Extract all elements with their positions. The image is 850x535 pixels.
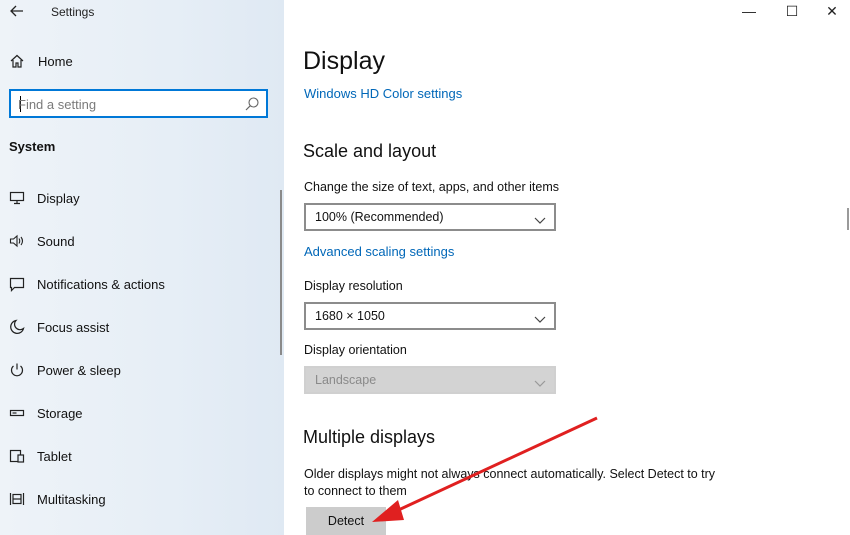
sidebar-item-label: Multitasking — [37, 492, 106, 507]
search-input[interactable] — [18, 95, 238, 113]
main-content: — ☐ ✕ Display Windows HD Color settings … — [284, 0, 850, 535]
resolution-dropdown[interactable]: 1680 × 1050 — [304, 302, 556, 330]
sidebar-item-tablet[interactable]: Tablet — [0, 438, 280, 474]
title-bar-left: Settings — [0, 0, 284, 24]
chevron-down-icon — [534, 212, 546, 224]
scale-value: 100% (Recommended) — [315, 210, 444, 224]
advanced-scaling-link[interactable]: Advanced scaling settings — [304, 244, 454, 259]
sidebar-item-notifications[interactable]: Notifications & actions — [0, 266, 280, 302]
minimize-icon[interactable]: — — [729, 0, 769, 24]
home-label: Home — [38, 54, 73, 69]
section-title: System — [9, 139, 56, 154]
sidebar-item-label: Notifications & actions — [37, 277, 165, 292]
moon-icon — [9, 319, 25, 335]
sidebar-item-label: Tablet — [37, 449, 72, 464]
hd-color-settings-link[interactable]: Windows HD Color settings — [304, 86, 462, 101]
sidebar-item-sound[interactable]: Sound — [0, 223, 280, 259]
search-box[interactable] — [9, 89, 268, 118]
monitor-icon — [9, 190, 25, 206]
detect-button[interactable]: Detect — [306, 507, 386, 535]
sidebar-item-label: Power & sleep — [37, 363, 121, 378]
chevron-down-icon — [534, 311, 546, 323]
sidebar-item-label: Storage — [37, 406, 83, 421]
orientation-label: Display orientation — [304, 343, 407, 357]
sidebar-item-label: Focus assist — [37, 320, 110, 335]
multiple-displays-description: Older displays might not always connect … — [304, 467, 716, 498]
notification-icon — [9, 276, 25, 292]
back-arrow-icon[interactable] — [6, 2, 28, 22]
orientation-dropdown: Landscape — [304, 366, 556, 394]
sidebar-item-storage[interactable]: Storage — [0, 395, 280, 431]
settings-window: Settings Home System Display — [0, 0, 850, 535]
scale-layout-heading: Scale and layout — [303, 141, 437, 161]
sidebar-item-display[interactable]: Display — [0, 180, 280, 216]
close-icon[interactable]: ✕ — [812, 0, 850, 24]
resolution-value: 1680 × 1050 — [315, 309, 385, 323]
power-icon — [9, 362, 25, 378]
chevron-down-icon — [534, 375, 546, 387]
orientation-value: Landscape — [315, 373, 377, 387]
maximize-icon[interactable]: ☐ — [772, 0, 812, 24]
multitasking-icon — [9, 491, 25, 507]
main-scrollbar[interactable] — [847, 208, 849, 230]
size-label: Change the size of text, apps, and other… — [304, 180, 560, 194]
multiple-displays-heading: Multiple displays — [303, 427, 436, 447]
search-icon[interactable] — [244, 96, 260, 112]
sidebar-scrollbar[interactable] — [280, 190, 282, 355]
sidebar-item-multitasking[interactable]: Multitasking — [0, 481, 280, 517]
sidebar-item-label: Display — [37, 191, 80, 206]
sidebar-item-home[interactable]: Home — [0, 50, 284, 74]
storage-icon — [9, 405, 25, 421]
scale-dropdown[interactable]: 100% (Recommended) — [304, 203, 556, 231]
sidebar: Settings Home System Display — [0, 0, 284, 535]
sidebar-item-power-sleep[interactable]: Power & sleep — [0, 352, 280, 388]
page-title: Display — [303, 47, 385, 75]
speaker-icon — [9, 233, 25, 249]
sidebar-item-label: Sound — [37, 234, 75, 249]
home-icon — [9, 53, 25, 69]
tablet-icon — [9, 448, 25, 464]
app-title: Settings — [51, 5, 95, 19]
resolution-label: Display resolution — [304, 279, 403, 293]
sidebar-item-focus-assist[interactable]: Focus assist — [0, 309, 280, 345]
